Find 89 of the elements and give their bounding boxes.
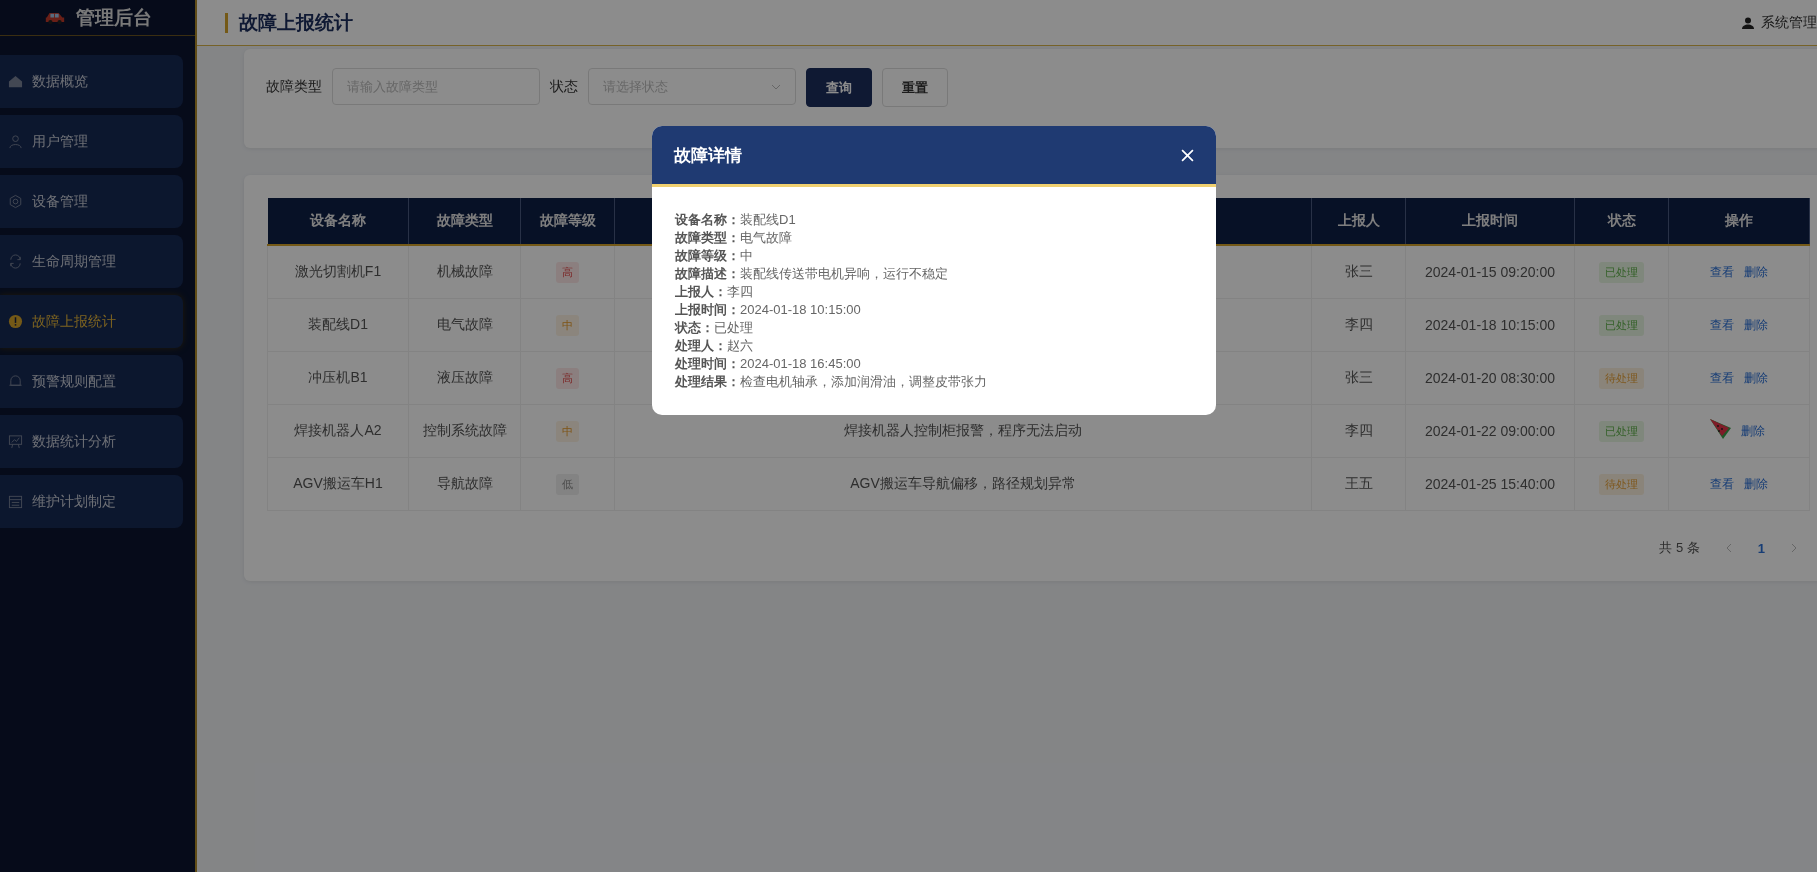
sidebar-item[interactable]: 生命周期管理 [0, 235, 183, 288]
delete-link[interactable]: 删除 [1744, 369, 1768, 387]
table-cell: 王五 [1311, 457, 1406, 511]
table-cell: AGV搬运车导航偏移，路径规划异常 [614, 457, 1312, 511]
delete-link[interactable]: 删除 [1744, 475, 1768, 493]
delete-link[interactable]: 删除 [1741, 422, 1765, 440]
home-icon [8, 74, 23, 89]
table-cell: 控制系统故障 [408, 404, 521, 458]
table-cell: 2024-01-22 09:00:00 [1405, 404, 1575, 458]
filter-button[interactable]: 重置 [882, 68, 948, 107]
detail-line: 处理时间：2024-01-18 16:45:00 [675, 355, 862, 373]
delete-link[interactable]: 删除 [1744, 263, 1768, 281]
previous-page-icon[interactable] [1725, 543, 1732, 553]
table-cell: 液压故障 [408, 351, 521, 405]
watermelon-icon [1709, 418, 1733, 440]
chart-board-icon [8, 434, 23, 449]
chevron-down-icon [771, 83, 781, 90]
car-icon [43, 10, 66, 25]
sidebar-item[interactable]: 数据概览 [0, 55, 183, 108]
column-header: 上报人 [1311, 198, 1406, 245]
column-header: 故障类型 [408, 198, 521, 245]
view-link[interactable]: 查看 [1710, 316, 1734, 334]
next-page-icon[interactable] [1791, 543, 1797, 553]
table-cell: AGV搬运车H1 [267, 457, 409, 511]
status-tag: 待处理 [1599, 367, 1644, 389]
app-title: 管理后台 [75, 5, 152, 30]
level-tag: 中 [556, 420, 579, 442]
table-cell: 电气故障 [408, 298, 521, 352]
detail-line: 故障类型：电气故障 [675, 229, 793, 247]
table-cell: 2024-01-25 15:40:00 [1405, 457, 1575, 511]
status-tag: 已处理 [1599, 261, 1644, 283]
detail-line: 设备名称：装配线D1 [675, 211, 797, 229]
user-icon [8, 134, 23, 149]
view-link[interactable]: 查看 [1710, 475, 1734, 493]
table-cell: 李四 [1311, 404, 1406, 458]
status-tag: 已处理 [1599, 420, 1644, 442]
delete-link[interactable]: 删除 [1744, 316, 1768, 334]
dialog-title: 故障详情 [674, 144, 742, 167]
sidebar-item[interactable]: 维护计划制定 [0, 475, 183, 528]
column-header: 上报时间 [1405, 198, 1575, 245]
field-label: 故障类型 [266, 77, 322, 96]
field-label: 状态 [550, 77, 578, 96]
table-cell: 导航故障 [408, 457, 521, 511]
sidebar-item[interactable]: 预警规则配置 [0, 355, 183, 408]
user-icon [1742, 16, 1754, 29]
column-header: 操作 [1668, 198, 1810, 245]
table-cell: 冲压机B1 [267, 351, 409, 405]
table-cell: 装配线D1 [267, 298, 409, 352]
status-tag: 待处理 [1599, 473, 1644, 495]
status-tag: 已处理 [1599, 314, 1644, 336]
page-number[interactable]: 1 [1757, 540, 1765, 556]
level-tag: 中 [556, 314, 579, 336]
column-header: 设备名称 [267, 198, 409, 245]
detail-line: 故障等级：中 [675, 247, 754, 265]
view-link[interactable]: 查看 [1710, 369, 1734, 387]
sidebar-item[interactable]: 用户管理 [0, 115, 183, 168]
calendar-icon [8, 494, 23, 509]
warning-icon [8, 314, 23, 329]
table-cell: 激光切割机F1 [267, 245, 409, 299]
table-cell: 焊接机器人A2 [267, 404, 409, 458]
view-link[interactable]: 查看 [1710, 263, 1734, 281]
sidebar-item[interactable]: 设备管理 [0, 175, 183, 228]
sidebar-item[interactable]: 数据统计分析 [0, 415, 183, 468]
total-count: 共 5 条 [1659, 539, 1700, 557]
table-cell: 2024-01-18 10:15:00 [1405, 298, 1575, 352]
detail-line: 处理结果：检查电机轴承，添加润滑油，调整皮带张力 [675, 373, 988, 391]
close-icon[interactable] [1181, 148, 1194, 162]
sidebar-item[interactable]: 故障上报统计 [0, 295, 183, 348]
column-header: 状态 [1574, 198, 1669, 245]
user-name: 系统管理 [1761, 13, 1817, 32]
table-cell: 李四 [1311, 298, 1406, 352]
level-tag: 高 [556, 261, 579, 283]
settings-icon [8, 194, 23, 209]
page-title: 故障上报统计 [225, 12, 353, 33]
table-cell: 张三 [1311, 245, 1406, 299]
detail-line: 上报人：李四 [675, 283, 754, 301]
column-header: 故障等级 [520, 198, 615, 245]
detail-line: 上报时间：2024-01-18 10:15:00 [675, 301, 862, 319]
bell-icon [8, 374, 23, 389]
refresh-icon [8, 254, 23, 269]
table-cell: 张三 [1311, 351, 1406, 405]
filter-button[interactable]: 查询 [806, 68, 872, 107]
level-tag: 高 [556, 367, 579, 389]
detail-line: 状态：已处理 [675, 319, 754, 337]
table-cell: 机械故障 [408, 245, 521, 299]
detail-line: 故障描述：装配线传送带电机异响，运行不稳定 [675, 265, 949, 283]
table-cell: 2024-01-15 09:20:00 [1405, 245, 1575, 299]
table-cell: 2024-01-20 08:30:00 [1405, 351, 1575, 405]
detail-line: 处理人：赵六 [675, 337, 754, 355]
